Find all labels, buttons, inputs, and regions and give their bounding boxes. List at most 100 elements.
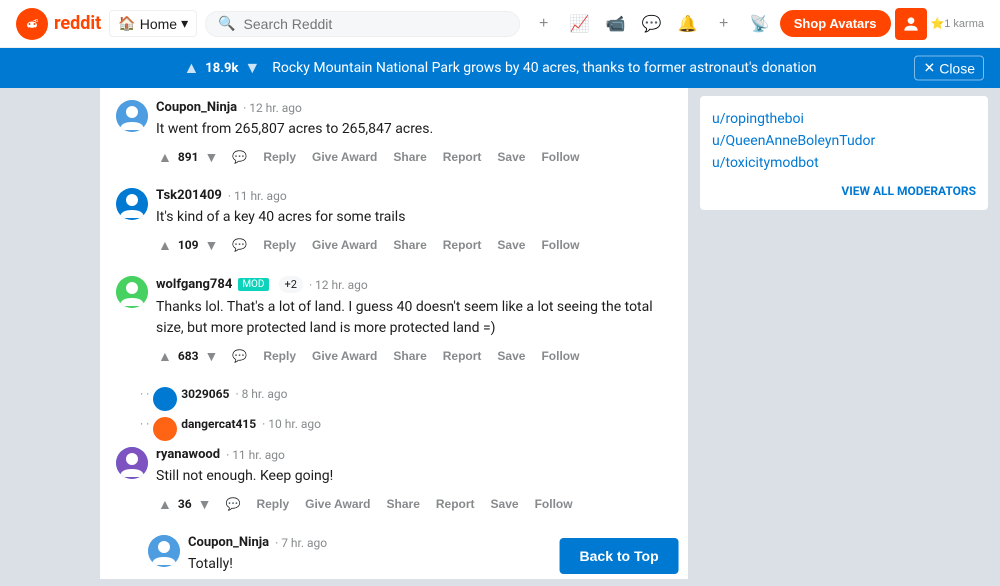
close-icon: ✕ [923,60,935,77]
nested-meta-3029065: 3029065 · 8 hr. ago [181,387,672,401]
nested-time-3029065: · 8 hr. ago [235,387,287,401]
give-award-button-1[interactable]: Give Award [308,146,381,168]
comment-icon-2: 💬 [232,238,247,252]
reddit-icon [16,8,48,40]
search-bar[interactable]: 🔍 [205,11,520,37]
nested-comment-dangercat415: · · dangercat415 · 10 hr. ago [132,417,672,441]
report-button-4[interactable]: Report [432,493,479,515]
plus-icon[interactable]: + [708,8,740,40]
upvote-button-4[interactable]: ▲ [156,494,174,514]
comment-author-1[interactable]: Coupon_Ninja [156,100,237,115]
view-all-moderators-link[interactable]: VIEW ALL MODERATORS [712,184,976,198]
follow-button-2[interactable]: Follow [537,234,583,256]
left-spacer [0,88,100,579]
reply-button-2[interactable]: Reply [259,234,300,256]
comment-bubble-3[interactable]: 💬 [228,345,251,367]
save-button-4[interactable]: Save [487,493,523,515]
save-button-3[interactable]: Save [493,345,529,367]
comment-meta-3: wolfgang784 MOD +2 · 12 hr. ago [156,276,672,293]
follow-button-1[interactable]: Follow [537,146,583,168]
vote-count-3: 683 [178,349,199,363]
comment-time-coupon-reply: · 7 hr. ago [275,536,327,550]
comment-time-3: · 12 hr. ago [309,278,368,292]
report-button-1[interactable]: Report [439,146,486,168]
give-award-button-2[interactable]: Give Award [308,234,381,256]
comment-author-3[interactable]: wolfgang784 [156,277,232,292]
comment-author-2[interactable]: Tsk201409 [156,188,222,203]
comment-icon-4: 💬 [226,497,241,511]
save-button-2[interactable]: Save [493,234,529,256]
report-button-2[interactable]: Report [439,234,486,256]
share-button-4[interactable]: Share [383,493,424,515]
follow-button-4[interactable]: Follow [531,493,577,515]
moderators-card: u/ropingtheboi u/QueenAnneBoleynTudor u/… [700,96,988,210]
award-badge-3: +2 [279,276,303,293]
search-icon: 🔍 [218,16,235,32]
upvote-button-2[interactable]: ▲ [156,235,174,255]
downvote-icon[interactable]: ▼ [244,58,260,78]
nested-author-dangercat415[interactable]: dangercat415 [181,417,256,431]
vote-section: ▲ 18.9k ▼ [183,58,260,78]
reply-button-1[interactable]: Reply [259,146,300,168]
video-icon[interactable]: 📹 [600,8,632,40]
share-button-1[interactable]: Share [389,146,430,168]
avatar-coupon-ninja-1 [116,100,148,132]
downvote-button-3[interactable]: ▼ [203,346,221,366]
share-button-2[interactable]: Share [389,234,430,256]
vote-section-3: ▲ 683 ▼ [156,346,220,366]
comment-icon-3: 💬 [232,349,247,363]
user-avatar [895,8,927,40]
comment-tsk201409: Tsk201409 · 11 hr. ago It's kind of a ke… [116,188,672,264]
reply-button-4[interactable]: Reply [252,493,293,515]
comment-actions-4: ▲ 36 ▼ 💬 Reply Give Award Share Report S… [156,493,672,515]
back-to-top-button[interactable]: Back to Top [560,538,679,574]
add-post-icon[interactable]: + [528,8,560,40]
comment-icon-1[interactable]: 💬 [228,146,251,168]
shop-avatars-button[interactable]: Shop Avatars [780,10,891,37]
downvote-button-4[interactable]: ▼ [196,494,214,514]
comment-bubble-4[interactable]: 💬 [222,493,245,515]
give-award-button-3[interactable]: Give Award [308,345,381,367]
downvote-button-1[interactable]: ▼ [203,147,221,167]
follow-button-3[interactable]: Follow [537,345,583,367]
comment-text-3: Thanks lol. That's a lot of land. I gues… [156,297,672,339]
upvote-icon[interactable]: ▲ [183,58,199,78]
reply-button-3[interactable]: Reply [259,345,300,367]
nested-author-3029065[interactable]: 3029065 [181,387,229,401]
comment-author-coupon-reply[interactable]: Coupon_Ninja [188,535,269,550]
comment-time-2: · 11 hr. ago [228,189,287,203]
mod-link-1[interactable]: u/ropingtheboi [712,108,976,130]
home-label: Home [140,16,177,32]
vote-count-1: 891 [178,150,199,164]
downvote-button-2[interactable]: ▼ [203,235,221,255]
vote-count-2: 109 [178,238,199,252]
user-menu-button[interactable]: ⭐1 karma [895,8,984,40]
avatar-3029065 [153,387,177,411]
chat-icon[interactable]: 💬 [636,8,668,40]
comment-author-4[interactable]: ryanawood [156,447,220,462]
chart-icon[interactable]: 📈 [564,8,596,40]
mod-link-2[interactable]: u/QueenAnneBoleynTudor [712,130,976,152]
comment-bubble-2[interactable]: 💬 [228,234,251,256]
comment-body-2: Tsk201409 · 11 hr. ago It's kind of a ke… [156,188,672,256]
close-button[interactable]: ✕ Close [914,56,984,81]
share-button-3[interactable]: Share [389,345,430,367]
comment-text-2: It's kind of a key 40 acres for some tra… [156,207,672,228]
upvote-button-3[interactable]: ▲ [156,346,174,366]
main-layout: Coupon_Ninja · 12 hr. ago It went from 2… [0,88,1000,579]
upvote-button-1[interactable]: ▲ [156,147,174,167]
bell-icon[interactable]: 🔔 [672,8,704,40]
comment-ryanawood: ryanawood · 11 hr. ago Still not enough.… [116,447,672,523]
reddit-logo[interactable]: reddit [16,8,101,40]
nested-time-dangercat415: · 10 hr. ago [262,417,321,431]
avatar-ryanawood [116,447,148,479]
report-button-3[interactable]: Report [439,345,486,367]
user-info: ⭐1 karma [931,17,984,30]
search-input[interactable] [244,16,507,32]
give-award-button-4[interactable]: Give Award [301,493,374,515]
broadcast-icon[interactable]: 📡 [744,8,776,40]
header-icons: + 📈 📹 💬 🔔 + 📡 Shop Avatars ⭐1 karma [528,8,984,40]
mod-link-3[interactable]: u/toxicitymodbot [712,152,976,174]
home-button[interactable]: 🏠 Home ▾ [109,10,197,37]
save-button-1[interactable]: Save [493,146,529,168]
